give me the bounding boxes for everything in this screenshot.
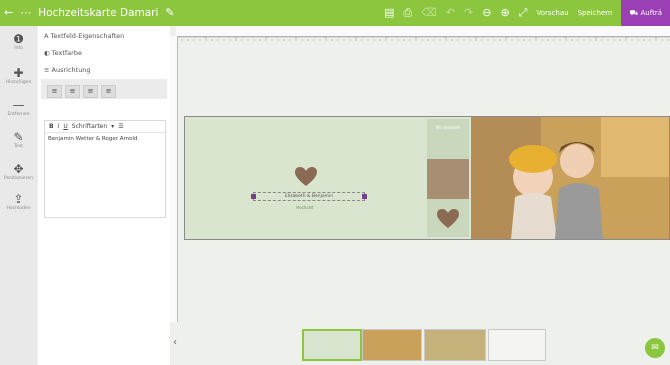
document-icon[interactable]: ▤ bbox=[384, 0, 394, 26]
sidebar-item-upload[interactable]: ⇪ Hochladen bbox=[0, 192, 37, 212]
side-text[interactable]: Wir heiraten bbox=[429, 125, 467, 130]
sidebar-label: Hinzufügen bbox=[5, 80, 32, 85]
fullscreen-icon[interactable]: ⤢ bbox=[519, 0, 528, 26]
ruler-vertical bbox=[170, 36, 178, 322]
bold-button[interactable]: B bbox=[49, 123, 54, 130]
sidebar-label: Text bbox=[13, 144, 24, 149]
save-button[interactable]: Speichern bbox=[578, 9, 613, 17]
order-button[interactable]: ⛟ Aufträ bbox=[621, 0, 670, 26]
align-left-button[interactable]: ≡ bbox=[47, 85, 62, 98]
resize-handle[interactable] bbox=[251, 194, 256, 199]
align-icon: ≡ bbox=[44, 66, 52, 74]
sidebar-item-add[interactable]: ✚ Hinzufügen bbox=[0, 66, 37, 86]
heart-icon[interactable] bbox=[437, 209, 459, 229]
thumbnail-page-3[interactable] bbox=[424, 329, 486, 361]
alignment-options: ≡ ≡ ≡ ≡ bbox=[41, 79, 167, 99]
properties-panel: A Textfeld-Eigenschaften ◐ Textfarbe ≡ A… bbox=[38, 26, 170, 365]
sidebar-label: Info bbox=[14, 46, 23, 51]
pencil-icon: ✎ bbox=[13, 130, 24, 144]
cart-icon: ⛟ bbox=[629, 8, 641, 17]
thumbnail-page-4[interactable] bbox=[488, 329, 546, 361]
thumbnail-page-1[interactable] bbox=[302, 329, 362, 361]
sidebar-label: Hochladen bbox=[6, 206, 31, 211]
collapse-panel-button[interactable]: ‹ bbox=[173, 337, 177, 348]
heart-icon[interactable] bbox=[295, 167, 317, 187]
align-center-button[interactable]: ≡ bbox=[65, 85, 80, 98]
preview-button[interactable]: Vorschau bbox=[536, 9, 568, 17]
text-properties-label: Textfeld-Eigenschaften bbox=[50, 32, 125, 40]
ruler-horizontal bbox=[175, 26, 670, 41]
underline-button[interactable]: U bbox=[63, 123, 67, 130]
text-color-tab[interactable]: ◐ Textfarbe bbox=[44, 49, 82, 57]
page-thumbnails bbox=[300, 329, 550, 361]
editor-content[interactable]: Benjamin Wetter & Roger Arnold bbox=[48, 136, 138, 142]
minus-icon: — bbox=[12, 98, 25, 112]
sidebar-item-remove[interactable]: — Entfernen bbox=[0, 98, 37, 118]
delete-icon[interactable]: ⌫ bbox=[421, 0, 437, 26]
back-arrow-icon[interactable]: ← bbox=[4, 0, 13, 26]
palette-icon: ◐ bbox=[44, 49, 52, 57]
more-icon[interactable]: ⋯ bbox=[20, 0, 31, 26]
selected-text-field[interactable]: Elisabeth & Benjamin bbox=[251, 192, 367, 201]
upload-icon: ⇪ bbox=[13, 192, 24, 206]
tool-sidebar: ❶ Info ✚ Hinzufügen — Entfernen ✎ Text ✥… bbox=[0, 26, 37, 365]
info-icon: ❶ bbox=[13, 32, 24, 46]
card-middle-panel: Wir heiraten bbox=[427, 119, 469, 237]
editor-toolbar: B I U Schriftarten ▾ ☰ bbox=[45, 121, 165, 133]
redo-icon[interactable]: ↷ bbox=[464, 0, 473, 26]
plus-icon: ✚ bbox=[13, 66, 24, 80]
thumbnail-page-2[interactable] bbox=[362, 329, 422, 361]
card-canvas[interactable]: Elisabeth & Benjamin Hochzeit Wir heirat… bbox=[184, 116, 670, 240]
text-color-label: Textfarbe bbox=[51, 49, 82, 57]
text-editor[interactable]: B I U Schriftarten ▾ ☰ Benjamin Wetter &… bbox=[44, 120, 166, 218]
top-toolbar: ← ⋯ Hochzeitskarte Damari ✎ ▤ ⎙ ⌫ ↶ ↷ ⊖ … bbox=[0, 0, 670, 26]
edit-pencil-icon[interactable]: ✎ bbox=[165, 0, 174, 26]
print-icon[interactable]: ⎙ bbox=[403, 0, 412, 26]
sidebar-label: Positionieren bbox=[4, 176, 33, 181]
sidebar-item-position[interactable]: ✥ Positionieren bbox=[0, 162, 37, 182]
card-subtitle[interactable]: Hochzeit bbox=[275, 205, 335, 210]
wood-texture[interactable] bbox=[427, 159, 469, 199]
text-properties-tab[interactable]: A Textfeld-Eigenschaften bbox=[44, 32, 124, 40]
zoom-out-icon[interactable]: ⊖ bbox=[482, 0, 491, 26]
list-icon[interactable]: ☰ bbox=[118, 123, 123, 130]
chat-icon: ✉ bbox=[651, 343, 659, 353]
italic-button[interactable]: I bbox=[58, 123, 60, 130]
alignment-tab[interactable]: ≡ Ausrichtung bbox=[44, 66, 91, 74]
sidebar-item-info[interactable]: ❶ Info bbox=[0, 32, 37, 52]
font-select[interactable]: Schriftarten bbox=[72, 123, 107, 130]
resize-handle[interactable] bbox=[362, 194, 367, 199]
chat-button[interactable]: ✉ bbox=[645, 338, 665, 358]
alignment-label: Ausrichtung bbox=[51, 66, 91, 74]
project-title[interactable]: Hochzeitskarte Damari bbox=[38, 7, 158, 19]
zoom-in-icon[interactable]: ⊕ bbox=[500, 0, 509, 26]
chevron-down-icon[interactable]: ▾ bbox=[111, 123, 114, 130]
align-right-button[interactable]: ≡ bbox=[83, 85, 98, 98]
undo-icon[interactable]: ↶ bbox=[446, 0, 455, 26]
order-button-label: Aufträ bbox=[640, 9, 662, 17]
sidebar-item-text[interactable]: ✎ Text bbox=[0, 130, 37, 150]
ruler-ticks bbox=[175, 36, 670, 41]
names-text: Elisabeth & Benjamin bbox=[284, 194, 334, 199]
couple-photo[interactable] bbox=[471, 117, 669, 239]
move-icon: ✥ bbox=[13, 162, 24, 176]
sidebar-label: Entfernen bbox=[7, 112, 30, 117]
align-justify-button[interactable]: ≡ bbox=[101, 85, 116, 98]
